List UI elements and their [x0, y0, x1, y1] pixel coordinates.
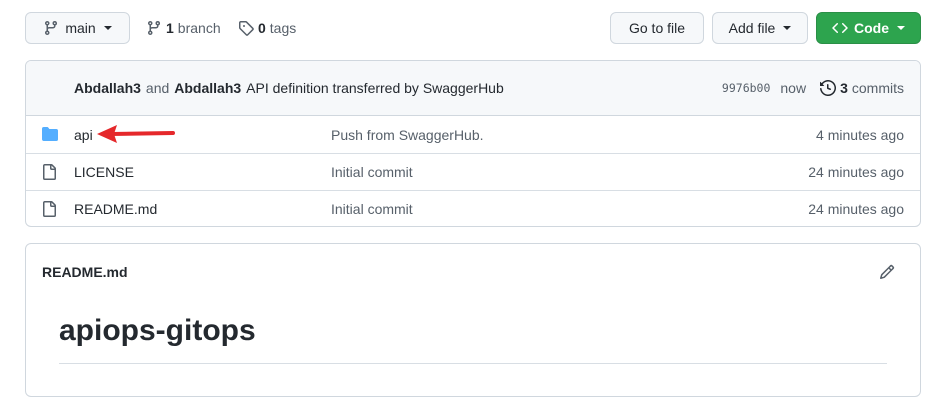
- commit-message-link[interactable]: Initial commit: [331, 201, 413, 217]
- pencil-icon[interactable]: [879, 264, 895, 280]
- commit-age: 4 minutes ago: [816, 126, 904, 143]
- commits-history-link[interactable]: 3 commits: [820, 80, 904, 96]
- go-to-file-label: Go to file: [628, 20, 686, 36]
- file-list-box: Abdallah3 and Abdallah3 API definition t…: [25, 60, 921, 227]
- heading-divider: [59, 363, 887, 364]
- commit-message-link[interactable]: Push from SwaggerHub.: [331, 127, 484, 143]
- readme-filename: README.md: [42, 264, 128, 280]
- commit-message-link[interactable]: Initial commit: [331, 164, 413, 180]
- tags-count: 0: [258, 20, 266, 36]
- folder-icon: [42, 127, 58, 141]
- code-label: Code: [854, 20, 889, 36]
- chevron-down-icon: [897, 26, 905, 30]
- go-to-file-button[interactable]: Go to file: [610, 12, 704, 44]
- commit-sha-link[interactable]: 9976b00: [722, 81, 770, 95]
- commit-coauthor-link[interactable]: Abdallah3: [174, 80, 241, 96]
- file-icon: [43, 164, 56, 180]
- code-button[interactable]: Code: [816, 12, 921, 44]
- file-name-link[interactable]: api: [74, 127, 93, 143]
- git-branch-icon: [147, 21, 160, 36]
- commits-count: 3: [840, 80, 848, 96]
- branches-count: 1: [166, 20, 174, 36]
- branch-name: main: [65, 20, 96, 36]
- commits-label: commits: [851, 80, 904, 96]
- commit-conjunction: and: [145, 80, 170, 96]
- commit-message-link[interactable]: API definition transferred by SwaggerHub: [246, 80, 504, 96]
- branch-selector-button[interactable]: main: [25, 12, 130, 44]
- commit-age: 24 minutes ago: [808, 164, 904, 180]
- file-row-readme[interactable]: README.md Initial commit 24 minutes ago: [26, 190, 920, 226]
- file-rows: api Push from SwaggerHub. 4 minutes ago …: [26, 116, 920, 226]
- add-file-button[interactable]: Add file: [712, 12, 808, 44]
- branches-link[interactable]: 1 branch: [146, 18, 221, 38]
- file-row-api[interactable]: api Push from SwaggerHub. 4 minutes ago: [26, 116, 920, 153]
- latest-commit-bar: Abdallah3 and Abdallah3 API definition t…: [26, 61, 920, 116]
- commit-author-link[interactable]: Abdallah3: [74, 80, 141, 96]
- commit-age: 24 minutes ago: [808, 201, 904, 217]
- readme-heading: apiops-gitops: [59, 314, 256, 347]
- chevron-down-icon: [103, 26, 112, 30]
- tag-icon: [239, 21, 254, 36]
- branches-label: branch: [177, 20, 221, 36]
- readme-box: README.md apiops-gitops: [25, 243, 921, 397]
- code-icon: [832, 22, 848, 34]
- add-file-label: Add file: [728, 20, 776, 36]
- file-name-link[interactable]: README.md: [74, 201, 157, 217]
- tags-link[interactable]: 0 tags: [238, 18, 296, 38]
- commit-time: now: [780, 80, 807, 96]
- chevron-down-icon: [783, 26, 792, 30]
- git-branch-icon: [45, 21, 58, 36]
- tags-label: tags: [269, 20, 297, 36]
- red-arrow-annotation: [97, 125, 175, 143]
- history-icon: [820, 80, 837, 96]
- file-icon: [43, 201, 56, 217]
- file-name-link[interactable]: LICENSE: [74, 164, 134, 180]
- file-row-license[interactable]: LICENSE Initial commit 24 minutes ago: [26, 153, 920, 190]
